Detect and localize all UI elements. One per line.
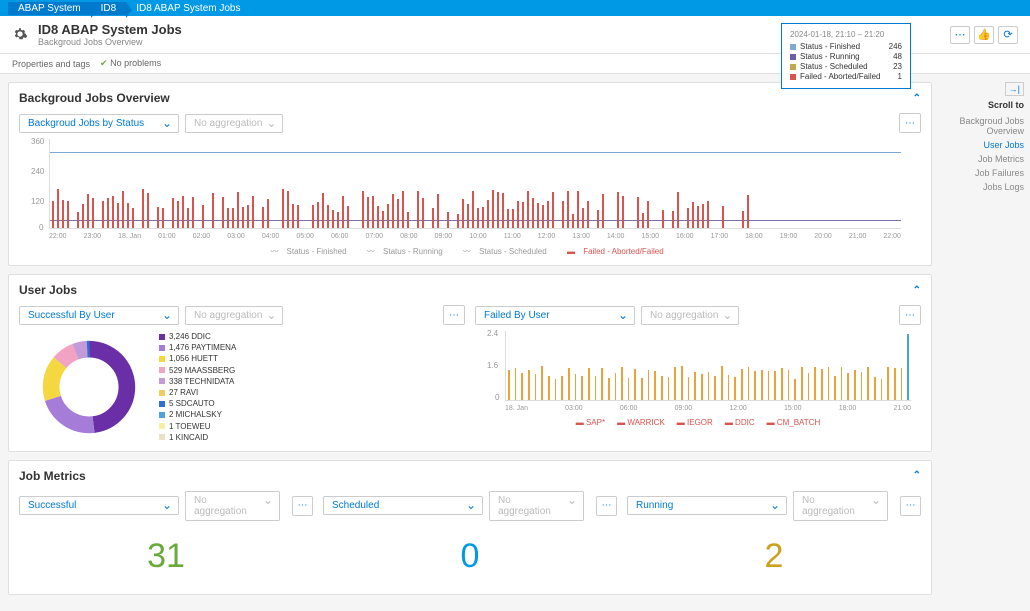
aggregation-select[interactable]: No aggregation bbox=[185, 491, 280, 521]
more-button[interactable]: ⋯ bbox=[950, 26, 970, 44]
aggregation-select[interactable]: No aggregation bbox=[793, 491, 888, 521]
like-button[interactable]: 👍 bbox=[974, 26, 994, 44]
chart-failed-by-user[interactable] bbox=[505, 331, 911, 401]
metric-select[interactable]: Successful bbox=[19, 496, 179, 515]
properties-label[interactable]: Properties and tags bbox=[12, 59, 90, 69]
aggregation-select[interactable]: No aggregation bbox=[185, 114, 283, 133]
donut-legend: 3,246 DDIC1,476 PAYTIMENA1,056 HUETT529 … bbox=[159, 331, 236, 443]
breadcrumb-item[interactable]: ID8 ABAP System Jobs bbox=[126, 2, 250, 15]
breadcrumb: ABAP System ID8 ID8 ABAP System Jobs bbox=[0, 0, 1030, 16]
panel-title: Job Metrics bbox=[19, 469, 86, 483]
scroll-to-label: Scroll to bbox=[946, 100, 1024, 110]
chevron-up-icon[interactable]: ⌃ bbox=[913, 285, 921, 296]
chevron-up-icon[interactable]: ⌃ bbox=[913, 93, 921, 104]
aggregation-select[interactable]: No aggregation bbox=[185, 306, 283, 325]
panel-title: Backgroud Jobs Overview bbox=[19, 91, 170, 105]
nav-link[interactable]: Job Metrics bbox=[946, 154, 1024, 164]
metric-select[interactable]: Scheduled bbox=[323, 496, 483, 515]
status-select[interactable]: Backgroud Jobs by Status bbox=[19, 114, 179, 133]
chart-tooltip: 2024-01-18, 21:10 – 21:20 Status - Finis… bbox=[781, 23, 911, 89]
chart-legend: 〰 Status - Finished 〰 Status - Running 〰… bbox=[19, 246, 921, 257]
check-icon: ✔ bbox=[100, 58, 108, 68]
metric-value: 2 bbox=[627, 527, 921, 586]
panel-background-jobs: Backgroud Jobs Overview ⌃ Backgroud Jobs… bbox=[8, 82, 932, 266]
more-button[interactable]: ⋯ bbox=[899, 305, 921, 325]
aggregation-select[interactable]: No aggregation bbox=[489, 491, 584, 521]
panel-user-jobs: User Jobs ⌃ Successful By User No aggreg… bbox=[8, 274, 932, 452]
gear-icon bbox=[12, 26, 30, 44]
nav-link[interactable]: Job Failures bbox=[946, 168, 1024, 178]
collapse-icon[interactable]: →| bbox=[1005, 82, 1024, 96]
no-problems-label: No problems bbox=[110, 58, 161, 68]
panel-title: User Jobs bbox=[19, 283, 77, 297]
breadcrumb-item[interactable]: ABAP System bbox=[8, 2, 91, 15]
nav-link[interactable]: Jobs Logs bbox=[946, 182, 1024, 192]
donut-chart[interactable] bbox=[39, 337, 139, 437]
more-button[interactable]: ⋯ bbox=[596, 496, 617, 516]
nav-link[interactable]: Backgroud Jobs Overview bbox=[946, 116, 1024, 136]
more-button[interactable]: ⋯ bbox=[292, 496, 313, 516]
more-button[interactable]: ⋯ bbox=[900, 496, 921, 516]
aggregation-select[interactable]: No aggregation bbox=[641, 306, 739, 325]
nav-link[interactable]: User Jobs bbox=[946, 140, 1024, 150]
successful-select[interactable]: Successful By User bbox=[19, 306, 179, 325]
metric-value: 31 bbox=[19, 527, 313, 586]
chevron-up-icon[interactable]: ⌃ bbox=[913, 470, 921, 481]
metric-value: 0 bbox=[323, 527, 617, 586]
more-button[interactable]: ⋯ bbox=[899, 113, 921, 133]
chart-background-jobs[interactable] bbox=[49, 139, 901, 229]
chart-legend: ▬ SAP*▬ WARRICK▬ IEGOR▬ DDIC▬ CM_BATCH bbox=[475, 418, 921, 427]
more-button[interactable]: ⋯ bbox=[443, 305, 465, 325]
failed-select[interactable]: Failed By User bbox=[475, 306, 635, 325]
right-nav: →| Scroll to Backgroud Jobs Overview Use… bbox=[940, 74, 1030, 611]
refresh-button[interactable]: ⟳ bbox=[998, 26, 1018, 44]
page-subtitle: Backgroud Jobs Overview bbox=[38, 37, 182, 47]
page-title: ID8 ABAP System Jobs bbox=[38, 22, 182, 37]
metric-select[interactable]: Running bbox=[627, 496, 787, 515]
panel-job-metrics: Job Metrics ⌃ Successful No aggregation ⋯ 3… bbox=[8, 460, 932, 595]
